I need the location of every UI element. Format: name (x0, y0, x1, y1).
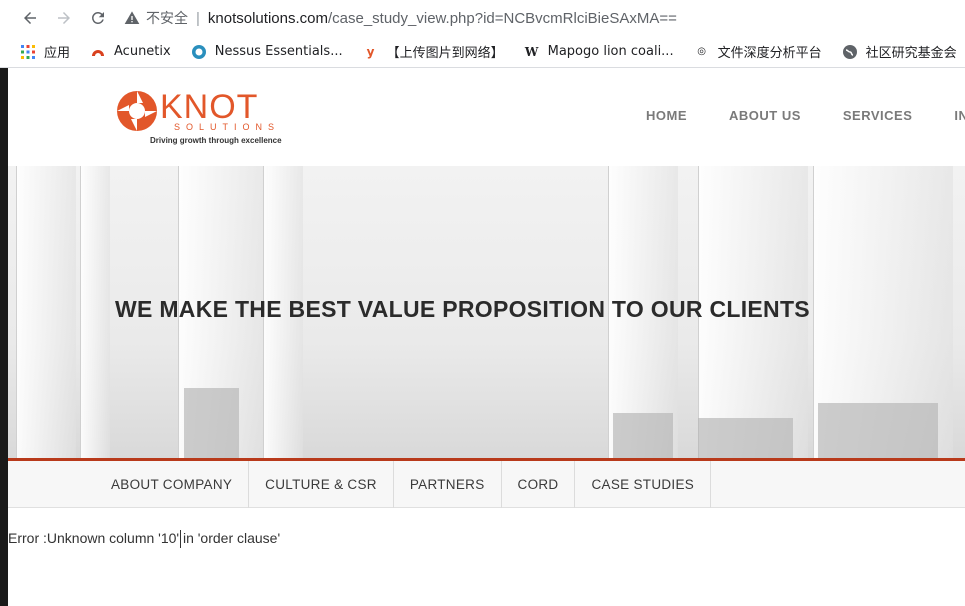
site-header: KNOT SOLUTIONS Driving growth through ex… (8, 68, 965, 166)
bookmark-acunetix[interactable]: Acunetix (90, 44, 171, 60)
reload-button[interactable] (86, 6, 110, 30)
sql-error-message: Error :Unknown column '10' in 'order cla… (8, 530, 281, 546)
hero-building (184, 388, 239, 458)
knot-logo[interactable]: KNOT SOLUTIONS Driving growth through ex… (116, 88, 306, 150)
address-bar[interactable]: 不安全 | knotsolutions.com/case_study_view.… (124, 4, 965, 32)
bookmark-label: 应用 (44, 46, 71, 61)
browser-toolbar: 不安全 | knotsolutions.com/case_study_view.… (0, 0, 965, 36)
bookmark-apps[interactable]: 应用 (20, 42, 70, 61)
bookmark-label: Mapogo lion coali... (547, 44, 674, 59)
y-icon: y (366, 44, 375, 59)
hero-banner: WE MAKE THE BEST VALUE PROPOSITION TO OU… (8, 166, 965, 458)
tab-case-studies[interactable]: CASE STUDIES (575, 461, 712, 508)
logo-tagline: Driving growth through excellence (150, 136, 282, 145)
bookmark-community[interactable]: 社区研究基金会 (842, 42, 957, 61)
url-separator: | (196, 9, 200, 27)
bookmark-wikipedia[interactable]: W Mapogo lion coali... (524, 44, 674, 60)
hero-building (613, 413, 673, 458)
tab-about-company[interactable]: ABOUT COMPANY (95, 461, 250, 508)
warning-icon[interactable] (124, 10, 140, 26)
website: KNOT SOLUTIONS Driving growth through ex… (8, 68, 965, 606)
reload-icon (92, 12, 104, 24)
hero-title: WE MAKE THE BEST VALUE PROPOSITION TO OU… (115, 296, 810, 322)
nav-industries[interactable]: IND (954, 108, 965, 123)
url-path: /case_study_view.php?id=NCBvcmRlciBieSAx… (327, 9, 677, 27)
sub-nav: ABOUT COMPANY CULTURE & CSR PARTNERS COR… (8, 461, 965, 508)
bookmark-label: 社区研究基金会 (865, 46, 957, 61)
nav-home[interactable]: HOME (646, 108, 687, 123)
knot-logo-icon (117, 91, 157, 131)
hero-building (818, 403, 938, 458)
bookmark-analysis[interactable]: ◎ 文件深度分析平台 (694, 42, 822, 61)
back-arrow-icon (24, 12, 36, 24)
hero-building (698, 418, 793, 458)
apps-grid-icon (20, 44, 36, 60)
forward-button[interactable] (52, 6, 76, 30)
nessus-icon (191, 44, 207, 60)
nav-about-us[interactable]: ABOUT US (729, 108, 801, 123)
url-host: knotsolutions.com (207, 9, 328, 27)
wikipedia-icon: W (524, 44, 539, 59)
bookmark-label: Acunetix (114, 44, 171, 59)
insecure-label: 不安全 (146, 11, 188, 27)
bookmark-label: 文件深度分析平台 (717, 46, 822, 61)
tab-culture-csr[interactable]: CULTURE & CSR (249, 461, 394, 508)
bookmarks-bar: 应用 Acunetix Nessus Essentials... y 【上传图片… (0, 36, 965, 68)
hero-pillar (16, 166, 76, 458)
bookmark-upload-image[interactable]: y 【上传图片到网络】 (363, 42, 504, 62)
bookmark-nessus[interactable]: Nessus Essentials... (191, 44, 343, 60)
acunetix-icon (90, 44, 106, 60)
analysis-icon: ◎ (697, 46, 706, 57)
forward-arrow-icon (58, 12, 70, 24)
back-button[interactable] (18, 6, 42, 30)
bookmark-label: Nessus Essentials... (214, 44, 343, 59)
globe-icon (842, 44, 858, 60)
hero-pillar (80, 166, 110, 458)
window-edge (0, 68, 8, 606)
text-cursor-icon (180, 530, 186, 548)
bookmark-label: 【上传图片到网络】 (386, 46, 504, 61)
logo-sub: SOLUTIONS (174, 122, 281, 132)
main-nav: HOME ABOUT US SERVICES IND (646, 108, 965, 123)
nav-services[interactable]: SERVICES (843, 108, 913, 123)
tab-cord[interactable]: CORD (502, 461, 576, 508)
tab-partners[interactable]: PARTNERS (394, 461, 502, 508)
